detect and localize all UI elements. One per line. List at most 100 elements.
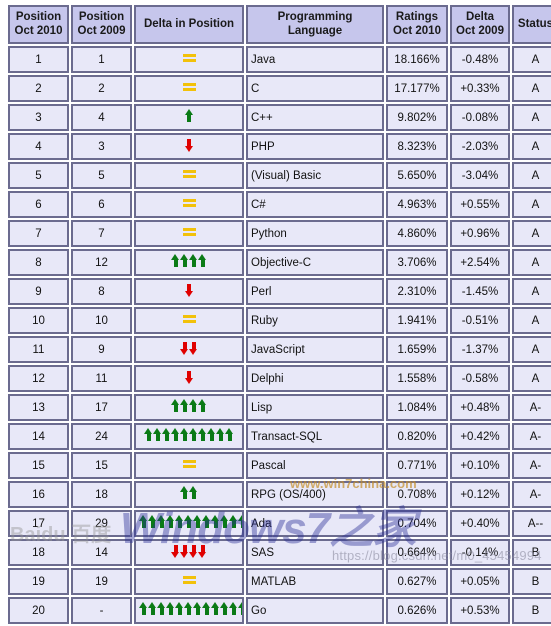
cell-ratings-2010: 3.706% <box>386 249 448 276</box>
column-header-line1: Programming Language <box>277 11 353 37</box>
cell-delta-ratings-2009: +2.54% <box>450 249 510 276</box>
table-row: 14 24 Transact-SQL 0.820% +0.42% A- <box>8 423 551 450</box>
arrow-up-icon <box>198 428 207 442</box>
arrow-down-icon-group <box>180 341 198 355</box>
table-row: 1 1 Java 18.166% -0.48% A <box>8 46 551 73</box>
cell-delta-ratings-2009: -0.14% <box>450 539 510 566</box>
arrow-up-icon-group <box>144 428 234 442</box>
equal-icon-group <box>182 575 196 586</box>
equal-icon-group <box>182 459 196 470</box>
cell-status: A <box>512 220 551 247</box>
arrow-up-icon <box>180 254 189 268</box>
cell-ratings-2010: 4.860% <box>386 220 448 247</box>
cell-ratings-2010: 0.771% <box>386 452 448 479</box>
cell-programming-language[interactable]: SAS <box>246 539 384 566</box>
cell-delta-ratings-2009: -1.37% <box>450 336 510 363</box>
cell-programming-language[interactable]: C <box>246 75 384 102</box>
cell-programming-language[interactable]: RPG (OS/400) <box>246 481 384 508</box>
arrow-up-icon <box>171 399 180 413</box>
cell-programming-language[interactable]: Delphi <box>246 365 384 392</box>
cell-programming-language[interactable]: Transact-SQL <box>246 423 384 450</box>
equal-icon-group <box>182 82 196 93</box>
arrow-up-icon-group <box>171 254 207 268</box>
arrow-up-icon <box>139 602 148 616</box>
cell-programming-language[interactable]: Python <box>246 220 384 247</box>
cell-ratings-2010: 0.664% <box>386 539 448 566</box>
cell-programming-language[interactable]: Ruby <box>246 307 384 334</box>
column-header-line1: Position <box>78 11 125 23</box>
column-header-line2: Oct 2009 <box>77 25 126 37</box>
column-header-line2: Oct 2009 <box>456 25 504 37</box>
table-row: 8 12 Objective-C 3.706% +2.54% A <box>8 249 551 276</box>
cell-delta-in-position <box>134 104 244 131</box>
cell-programming-language[interactable]: C++ <box>246 104 384 131</box>
cell-delta-ratings-2009: +0.42% <box>450 423 510 450</box>
cell-programming-language[interactable]: Lisp <box>246 394 384 421</box>
cell-programming-language[interactable]: MATLAB <box>246 568 384 595</box>
cell-delta-ratings-2009: -1.45% <box>450 278 510 305</box>
table-row: 16 18 RPG (OS/400) 0.708% +0.12% A- <box>8 481 551 508</box>
cell-position-2010: 4 <box>8 133 69 160</box>
cell-delta-ratings-2009: +0.40% <box>450 510 510 537</box>
column-header-status: Status <box>512 5 551 44</box>
cell-delta-ratings-2009: -0.08% <box>450 104 510 131</box>
cell-delta-in-position <box>134 162 244 189</box>
equal-icon-group <box>182 53 196 64</box>
table-row: 3 4 C++ 9.802% -0.08% A <box>8 104 551 131</box>
arrow-up-icon <box>189 486 198 500</box>
arrow-up-icon <box>171 428 180 442</box>
cell-position-2010: 14 <box>8 423 69 450</box>
cell-delta-in-position <box>134 539 244 566</box>
arrow-up-icon-group <box>180 486 198 500</box>
cell-delta-ratings-2009: +0.05% <box>450 568 510 595</box>
cell-programming-language[interactable]: Objective-C <box>246 249 384 276</box>
arrow-up-icon <box>175 515 184 529</box>
equals-icon <box>182 198 196 209</box>
cell-position-2010: 10 <box>8 307 69 334</box>
cell-delta-ratings-2009: -2.03% <box>450 133 510 160</box>
cell-programming-language[interactable]: PHP <box>246 133 384 160</box>
cell-position-2010: 5 <box>8 162 69 189</box>
arrow-down-icon <box>180 544 189 558</box>
cell-programming-language[interactable]: Pascal <box>246 452 384 479</box>
cell-delta-in-position <box>134 336 244 363</box>
cell-status: A <box>512 249 551 276</box>
cell-status: A- <box>512 423 551 450</box>
cell-delta-in-position <box>134 568 244 595</box>
cell-programming-language[interactable]: (Visual) Basic <box>246 162 384 189</box>
column-header-line1: Delta <box>465 11 495 23</box>
cell-delta-in-position <box>134 423 244 450</box>
cell-position-2010: 20 <box>8 597 69 624</box>
cell-delta-in-position <box>134 191 244 218</box>
cell-delta-ratings-2009: +0.33% <box>450 75 510 102</box>
arrow-up-icon <box>184 602 193 616</box>
cell-position-2010: 17 <box>8 510 69 537</box>
arrow-up-icon-group <box>139 602 242 616</box>
cell-programming-language[interactable]: Go <box>246 597 384 624</box>
cell-programming-language[interactable]: JavaScript <box>246 336 384 363</box>
cell-programming-language[interactable]: Java <box>246 46 384 73</box>
arrow-up-icon-group <box>171 399 207 413</box>
table-row: 13 17 Lisp 1.084% +0.48% A- <box>8 394 551 421</box>
column-header-line1: Position <box>15 11 62 23</box>
cell-status: A <box>512 336 551 363</box>
arrow-up-icon <box>193 602 202 616</box>
table-header-row: Position Oct 2010 Position Oct 2009 Delta in… <box>8 5 551 44</box>
cell-ratings-2010: 5.650% <box>386 162 448 189</box>
cell-status: A <box>512 365 551 392</box>
cell-programming-language[interactable]: C# <box>246 191 384 218</box>
column-header-ratings: Ratings Oct 2010 <box>386 5 448 44</box>
cell-position-2010: 6 <box>8 191 69 218</box>
arrow-up-icon-group <box>139 515 242 529</box>
cell-status: B <box>512 568 551 595</box>
cell-ratings-2010: 0.704% <box>386 510 448 537</box>
cell-ratings-2010: 18.166% <box>386 46 448 73</box>
cell-position-2009: 15 <box>71 452 132 479</box>
cell-programming-language[interactable]: Ada <box>246 510 384 537</box>
cell-programming-language[interactable]: Perl <box>246 278 384 305</box>
cell-position-2009: 17 <box>71 394 132 421</box>
cell-ratings-2010: 4.963% <box>386 191 448 218</box>
arrow-up-icon-group <box>184 109 194 123</box>
arrow-up-icon <box>207 428 216 442</box>
arrow-down-icon-group <box>184 283 194 297</box>
